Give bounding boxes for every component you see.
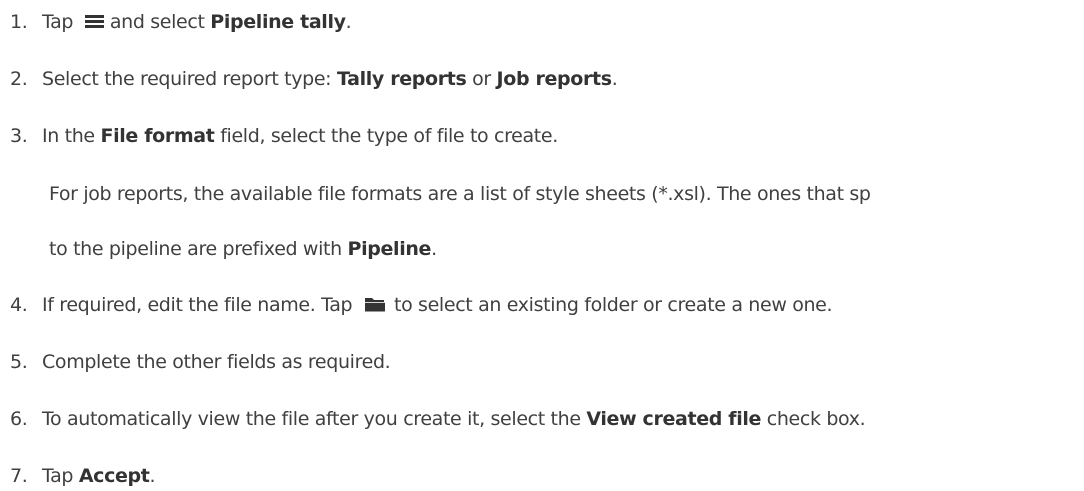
step-text: Tap [42, 465, 79, 487]
ui-label-accept: Accept [78, 465, 150, 487]
step-number: 2. [10, 68, 28, 90]
step-6: 6. To automatically view the file after y… [0, 404, 866, 434]
step-5: 5. Complete the other fields as required. [0, 347, 391, 377]
step-text: . [149, 465, 156, 487]
ui-label-job-reports: Job reports [496, 68, 613, 90]
step-text: To automatically view the file after you… [42, 408, 587, 430]
step-text: Tap [42, 11, 74, 33]
step-text: . [611, 68, 618, 90]
step-number: 4. [10, 294, 28, 316]
step-3: 3. In the File format field, select the t… [0, 121, 558, 151]
ui-label-view-created-file: View created file [586, 408, 762, 430]
ui-label-file-format: File format [100, 125, 215, 147]
step-text: In the [42, 125, 101, 147]
step-number: 3. [10, 125, 28, 147]
step-4: 4. If required, edit the file name. Tap t… [0, 290, 833, 320]
note-text: For job reports, the available file form… [49, 183, 871, 205]
step-text: . [345, 11, 352, 33]
step-number: 1. [10, 11, 28, 33]
step-text: or [466, 68, 497, 90]
step-text: check box. [761, 408, 866, 430]
note-text: . [431, 238, 437, 260]
folder-icon [364, 297, 385, 311]
step-text: Complete the other fields as required. [42, 351, 391, 373]
step-3-note-line-2: to the pipeline are prefixed with Pipeli… [0, 234, 437, 264]
step-text: to select an existing folder or create a… [393, 294, 833, 316]
ui-label-pipeline-tally: Pipeline tally [210, 11, 346, 33]
ui-label-tally-reports: Tally reports [336, 68, 467, 90]
step-text: Select the required report type: [42, 68, 337, 90]
step-number: 5. [10, 351, 28, 373]
menu-icon [84, 13, 104, 29]
ui-label-pipeline: Pipeline [347, 238, 432, 260]
step-1: 1. Tap and select Pipeline tally. [0, 7, 352, 37]
step-text: If required, edit the file name. Tap [42, 294, 353, 316]
step-7: 7. Tap Accept. [0, 461, 156, 491]
step-text: and select [109, 11, 211, 33]
step-2: 2. Select the required report type: Tally… [0, 64, 618, 94]
step-number: 6. [10, 408, 28, 430]
note-text: to the pipeline are prefixed with [49, 238, 348, 260]
step-text: field, select the type of file to create… [214, 125, 558, 147]
step-number: 7. [10, 465, 28, 487]
step-3-note-line-1: For job reports, the available file form… [0, 179, 871, 209]
procedure-steps: 1. Tap and select Pipeline tally. 2. Selec… [0, 0, 1084, 491]
